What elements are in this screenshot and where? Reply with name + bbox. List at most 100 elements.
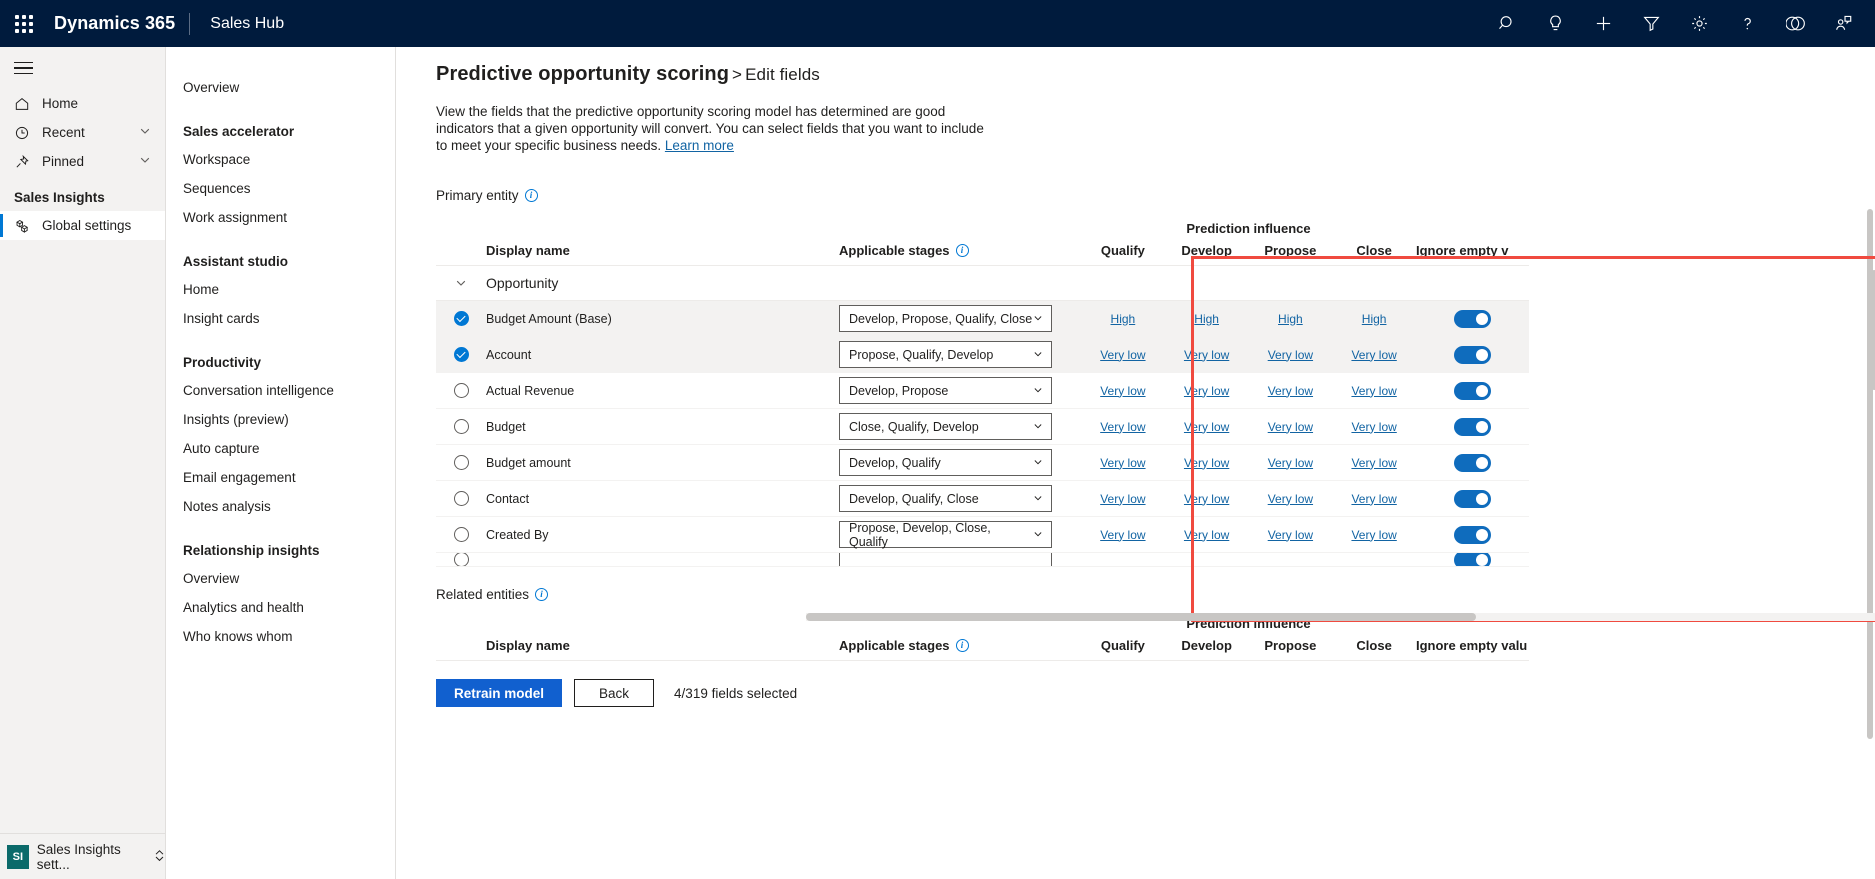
chevron-down-icon[interactable] bbox=[1033, 348, 1043, 362]
subnav-item-insights-preview[interactable]: Insights (preview) bbox=[166, 405, 395, 434]
sidebar-item-pinned[interactable]: Pinned bbox=[0, 147, 165, 176]
table-horizontal-scrollbar[interactable] bbox=[806, 613, 1875, 621]
ignore-empty-toggle[interactable] bbox=[1454, 382, 1491, 400]
influence-propose[interactable]: High bbox=[1249, 312, 1333, 326]
table-row[interactable]: Actual Revenue Develop, Propose Very low… bbox=[436, 373, 1529, 409]
ignore-empty-toggle[interactable] bbox=[1454, 526, 1491, 544]
influence-close[interactable]: High bbox=[1332, 312, 1416, 326]
subnav-item-email-engagement[interactable]: Email engagement bbox=[166, 463, 395, 492]
subnav-item-work-assignment[interactable]: Work assignment bbox=[166, 203, 395, 232]
subnav-item-overview[interactable]: Overview bbox=[166, 564, 395, 593]
lightbulb-icon[interactable] bbox=[1531, 0, 1579, 47]
app-title[interactable]: Sales Hub bbox=[190, 15, 284, 33]
applicable-stages-dropdown[interactable]: Propose, Develop, Close, Qualify bbox=[839, 521, 1052, 548]
checkbox-unchecked-icon[interactable] bbox=[454, 553, 469, 567]
influence-close[interactable]: Very low bbox=[1332, 348, 1416, 362]
applicable-stages-dropdown[interactable]: Develop, Propose bbox=[839, 377, 1052, 404]
influence-develop[interactable]: Very low bbox=[1165, 420, 1249, 434]
ignore-empty-toggle[interactable] bbox=[1454, 418, 1491, 436]
subnav-item-analytics-and-health[interactable]: Analytics and health bbox=[166, 593, 395, 622]
influence-close[interactable]: Very low bbox=[1332, 456, 1416, 470]
influence-qualify[interactable]: High bbox=[1081, 312, 1165, 326]
checkbox-unchecked-icon[interactable] bbox=[454, 491, 469, 506]
info-icon[interactable]: i bbox=[956, 244, 969, 257]
search-icon[interactable] bbox=[1483, 0, 1531, 47]
table-row[interactable]: Budget Close, Qualify, Develop Very low … bbox=[436, 409, 1529, 445]
info-icon[interactable]: i bbox=[535, 588, 548, 601]
subnav-item-auto-capture[interactable]: Auto capture bbox=[166, 434, 395, 463]
influence-propose[interactable]: Very low bbox=[1249, 348, 1333, 362]
ignore-empty-toggle[interactable] bbox=[1454, 310, 1491, 328]
ignore-empty-toggle[interactable] bbox=[1454, 490, 1491, 508]
subnav-item-insight-cards[interactable]: Insight cards bbox=[166, 304, 395, 333]
entity-group-row[interactable]: Opportunity bbox=[436, 265, 1529, 301]
chevron-down-icon[interactable] bbox=[139, 154, 151, 169]
checkbox-unchecked-icon[interactable] bbox=[454, 419, 469, 434]
help-icon[interactable] bbox=[1723, 0, 1771, 47]
subnav-item-sequences[interactable]: Sequences bbox=[166, 174, 395, 203]
ignore-empty-toggle[interactable] bbox=[1454, 553, 1491, 567]
filter-icon[interactable] bbox=[1627, 0, 1675, 47]
table-row[interactable]: Account Propose, Qualify, Develop Very l… bbox=[436, 337, 1529, 373]
checkbox-unchecked-icon[interactable] bbox=[454, 455, 469, 470]
influence-propose[interactable]: Very low bbox=[1249, 456, 1333, 470]
chevron-down-icon[interactable] bbox=[1033, 384, 1043, 398]
hamburger-menu-icon[interactable] bbox=[0, 47, 165, 89]
influence-close[interactable]: Very low bbox=[1332, 420, 1416, 434]
influence-develop[interactable]: Very low bbox=[1165, 348, 1249, 362]
assistant-icon[interactable] bbox=[1819, 0, 1867, 47]
feedback-icon[interactable] bbox=[1771, 0, 1819, 47]
influence-qualify[interactable]: Very low bbox=[1081, 348, 1165, 362]
influence-qualify[interactable]: Very low bbox=[1081, 528, 1165, 542]
area-switcher[interactable]: SI Sales Insights sett... bbox=[0, 833, 165, 879]
updown-chevron-icon[interactable] bbox=[154, 849, 165, 865]
chevron-down-icon[interactable] bbox=[139, 125, 151, 140]
influence-qualify[interactable]: Very low bbox=[1081, 420, 1165, 434]
retrain-model-button[interactable]: Retrain model bbox=[436, 679, 562, 707]
sidebar-item-home[interactable]: Home bbox=[0, 89, 165, 118]
chevron-down-icon[interactable] bbox=[1033, 492, 1043, 506]
row-checkbox[interactable] bbox=[436, 311, 486, 326]
row-checkbox[interactable] bbox=[436, 527, 486, 542]
app-launcher-icon[interactable] bbox=[0, 0, 48, 47]
applicable-stages-dropdown[interactable]: Propose, Qualify, Develop bbox=[839, 341, 1052, 368]
subnav-item-home[interactable]: Home bbox=[166, 275, 395, 304]
row-checkbox[interactable] bbox=[436, 553, 486, 567]
main-vertical-scrollbar[interactable] bbox=[1867, 49, 1873, 877]
checkbox-checked-icon[interactable] bbox=[454, 311, 469, 326]
checkbox-checked-icon[interactable] bbox=[454, 347, 469, 362]
chevron-down-icon[interactable] bbox=[1033, 528, 1043, 542]
info-icon[interactable]: i bbox=[956, 639, 969, 652]
influence-propose[interactable]: Very low bbox=[1249, 420, 1333, 434]
sidebar-item-global-settings[interactable]: Global settings bbox=[0, 211, 165, 240]
row-checkbox[interactable] bbox=[436, 491, 486, 506]
subnav-item-conversation-intelligence[interactable]: Conversation intelligence bbox=[166, 376, 395, 405]
table-row[interactable]: Budget Amount (Base) Develop, Propose, Q… bbox=[436, 301, 1529, 337]
chevron-down-icon[interactable] bbox=[436, 277, 486, 289]
checkbox-unchecked-icon[interactable] bbox=[454, 527, 469, 542]
row-checkbox[interactable] bbox=[436, 347, 486, 362]
influence-develop[interactable]: Very low bbox=[1165, 456, 1249, 470]
influence-develop[interactable]: High bbox=[1165, 312, 1249, 326]
chevron-down-icon[interactable] bbox=[1033, 312, 1043, 326]
subnav-item-workspace[interactable]: Workspace bbox=[166, 145, 395, 174]
brand-title[interactable]: Dynamics 365 bbox=[48, 13, 189, 34]
influence-qualify[interactable]: Very low bbox=[1081, 384, 1165, 398]
applicable-stages-dropdown[interactable]: Develop, Qualify bbox=[839, 449, 1052, 476]
influence-close[interactable]: Very low bbox=[1332, 492, 1416, 506]
chevron-down-icon[interactable] bbox=[1033, 456, 1043, 470]
info-icon[interactable]: i bbox=[525, 189, 538, 202]
row-checkbox[interactable] bbox=[436, 419, 486, 434]
applicable-stages-dropdown[interactable]: Close, Qualify, Develop bbox=[839, 413, 1052, 440]
influence-develop[interactable]: Very low bbox=[1165, 528, 1249, 542]
table-row[interactable]: Created By Propose, Develop, Close, Qual… bbox=[436, 517, 1529, 553]
influence-close[interactable]: Very low bbox=[1332, 528, 1416, 542]
chevron-down-icon[interactable] bbox=[1033, 420, 1043, 434]
table-row-partial[interactable] bbox=[436, 553, 1529, 567]
ignore-empty-toggle[interactable] bbox=[1454, 454, 1491, 472]
row-checkbox[interactable] bbox=[436, 383, 486, 398]
influence-propose[interactable]: Very low bbox=[1249, 492, 1333, 506]
influence-develop[interactable]: Very low bbox=[1165, 492, 1249, 506]
table-row[interactable]: Contact Develop, Qualify, Close Very low… bbox=[436, 481, 1529, 517]
subnav-item-notes-analysis[interactable]: Notes analysis bbox=[166, 492, 395, 521]
